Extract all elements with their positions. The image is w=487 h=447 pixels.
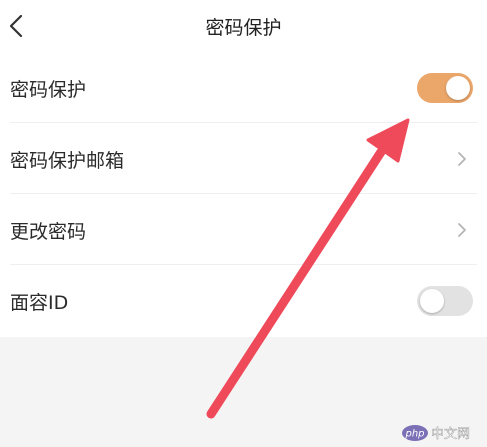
face-id-toggle[interactable] bbox=[417, 286, 473, 316]
chevron-right-icon bbox=[458, 152, 466, 166]
face-id-label: 面容ID bbox=[10, 292, 69, 314]
svg-text:php: php bbox=[404, 429, 424, 440]
page-title: 密码保护 bbox=[205, 17, 282, 39]
navigation-bar: 密码保护 bbox=[0, 0, 487, 52]
svg-text:中文网: 中文网 bbox=[431, 427, 470, 442]
row-change-password[interactable]: 更改密码 bbox=[0, 194, 487, 265]
toggle-knob bbox=[420, 289, 444, 313]
row-face-id: 面容ID bbox=[0, 265, 487, 336]
password-protection-toggle[interactable] bbox=[417, 73, 473, 103]
row-protection-email[interactable]: 密码保护邮箱 bbox=[0, 123, 487, 194]
change-password-label: 更改密码 bbox=[10, 221, 87, 243]
password-protection-label: 密码保护 bbox=[10, 79, 87, 101]
watermark-logo: php 中文网 bbox=[402, 425, 470, 442]
protection-email-label: 密码保护邮箱 bbox=[10, 150, 125, 172]
row-password-protection: 密码保护 bbox=[0, 52, 487, 123]
chevron-right-icon bbox=[458, 223, 466, 237]
toggle-knob bbox=[446, 76, 470, 100]
settings-list: 密码保护 密码保护邮箱 更改密码 面容ID bbox=[0, 52, 487, 337]
